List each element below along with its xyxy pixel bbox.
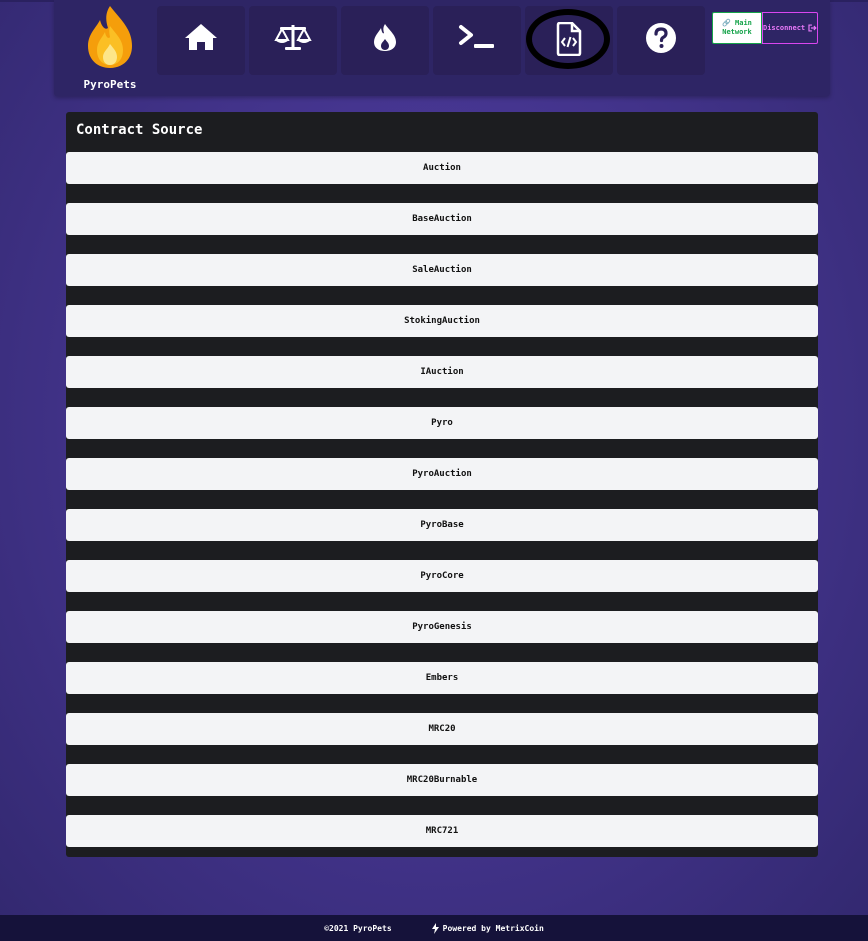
flame-icon: [374, 24, 396, 51]
sign-out-icon: [808, 24, 817, 32]
contract-item[interactable]: SaleAuction: [66, 254, 818, 286]
contract-item[interactable]: PyroAuction: [66, 458, 818, 490]
scale-icon: [274, 25, 312, 50]
contract-item[interactable]: MRC20Burnable: [66, 764, 818, 796]
contract-item[interactable]: MRC721: [66, 815, 818, 847]
network-label-line1: 🔗 Main: [722, 19, 752, 27]
nav-home-button[interactable]: [157, 6, 245, 75]
logo[interactable]: PyroPets: [82, 4, 138, 91]
app-name: PyroPets: [83, 78, 137, 91]
contract-item[interactable]: Embers: [66, 662, 818, 694]
disconnect-label: Disconnect: [763, 24, 806, 32]
home-icon: [185, 24, 217, 50]
network-group: 🔗 Main Network Disconnect: [712, 12, 818, 44]
terminal-icon: [459, 25, 494, 48]
highlight-ring: [526, 9, 610, 69]
contract-item[interactable]: PyroGenesis: [66, 611, 818, 643]
network-label-line2: Network: [722, 28, 752, 36]
nav-terminal-button[interactable]: [433, 6, 521, 75]
contract-source-panel: Contract Source Auction BaseAuction Sale…: [66, 112, 818, 857]
contract-item[interactable]: MRC20: [66, 713, 818, 745]
fire-logo-icon: [88, 6, 132, 68]
contract-item[interactable]: BaseAuction: [66, 203, 818, 235]
link-icon: 🔗: [722, 19, 731, 27]
copyright-text: ©2021 PyroPets: [324, 923, 392, 933]
contract-item[interactable]: StokingAuction: [66, 305, 818, 337]
disconnect-button[interactable]: Disconnect: [762, 12, 818, 44]
bolt-icon: [431, 922, 439, 934]
header: PyroPets 🔗 Main Network Disconnect: [54, 0, 830, 96]
powered-by-text: Powered by MetrixCoin: [442, 923, 544, 933]
contract-item[interactable]: Auction: [66, 152, 818, 184]
contract-item[interactable]: PyroBase: [66, 509, 818, 541]
powered-by[interactable]: Powered by MetrixCoin: [431, 922, 544, 934]
question-icon: [646, 23, 676, 53]
footer: ©2021 PyroPets Powered by MetrixCoin: [0, 915, 868, 941]
contract-item[interactable]: PyroCore: [66, 560, 818, 592]
contract-item[interactable]: Pyro: [66, 407, 818, 439]
nav-help-button[interactable]: [617, 6, 705, 75]
nav-flame-button[interactable]: [341, 6, 429, 75]
contract-item[interactable]: IAuction: [66, 356, 818, 388]
panel-title: Contract Source: [76, 122, 203, 138]
network-button[interactable]: 🔗 Main Network: [712, 12, 762, 44]
nav-scale-button[interactable]: [249, 6, 337, 75]
